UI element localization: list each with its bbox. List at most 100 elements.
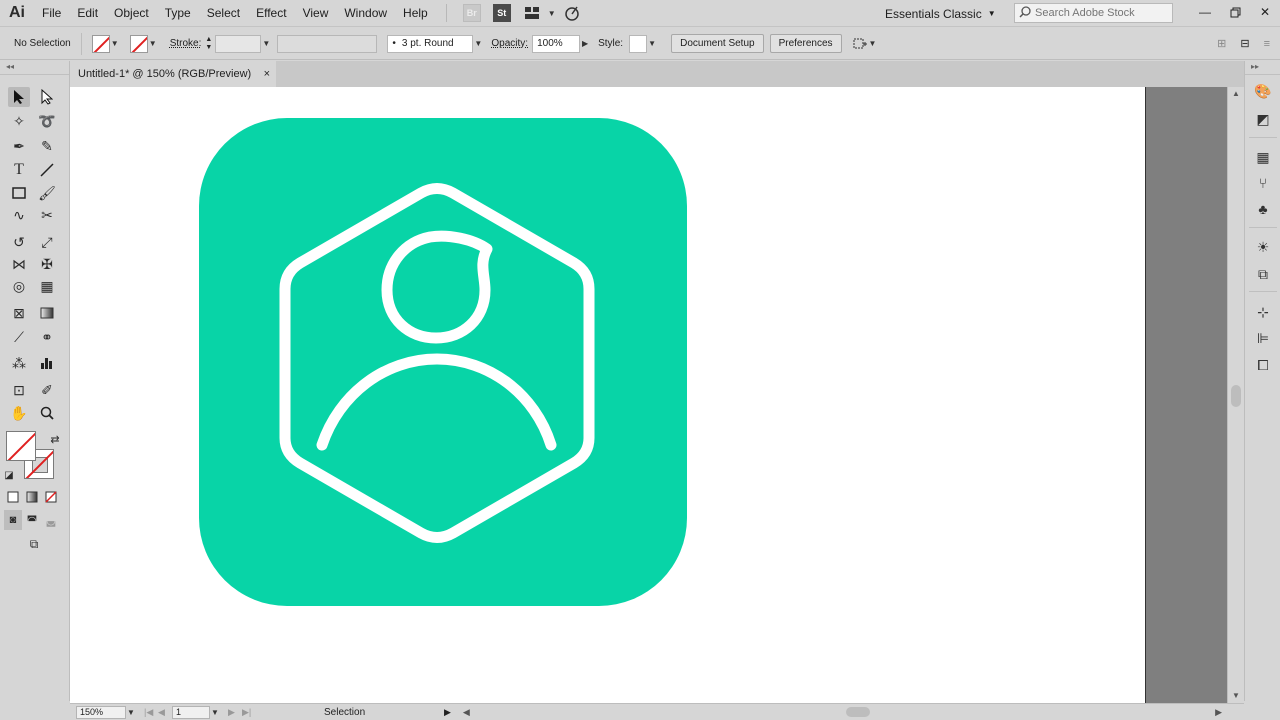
stock-icon[interactable]: St bbox=[492, 4, 511, 22]
color-mode-icon[interactable] bbox=[4, 487, 22, 507]
transform-panel-icon[interactable]: ⊹ bbox=[1253, 302, 1273, 322]
horizontal-scroll-thumb[interactable] bbox=[846, 707, 870, 717]
mesh-tool-icon[interactable]: ⊠ bbox=[8, 303, 30, 323]
chevron-down-icon[interactable]: ▼ bbox=[261, 39, 271, 48]
bridge-icon[interactable]: Br bbox=[462, 4, 481, 22]
chevron-down-icon[interactable]: ▼ bbox=[210, 708, 220, 717]
menu-object[interactable]: Object bbox=[106, 0, 157, 27]
width-tool-icon[interactable]: ⋈ bbox=[8, 254, 30, 274]
fill-swatch[interactable] bbox=[91, 34, 110, 53]
chevron-down-icon[interactable]: ▼ bbox=[148, 39, 158, 48]
scroll-thumb[interactable] bbox=[1231, 385, 1241, 407]
graphic-styles-icon[interactable]: ⧉ bbox=[1253, 264, 1273, 284]
pathfinder-icon[interactable]: ⧠ bbox=[1253, 355, 1273, 375]
scroll-right-icon[interactable]: ▶ bbox=[1215, 707, 1222, 718]
puppet-warp-tool-icon[interactable]: ✠ bbox=[36, 254, 58, 274]
gradient-mode-icon[interactable] bbox=[23, 487, 41, 507]
document-setup-button[interactable]: Document Setup bbox=[671, 34, 764, 53]
stroke-label[interactable]: Stroke: bbox=[170, 38, 202, 49]
chevron-down-icon[interactable]: ▼ bbox=[110, 39, 120, 48]
eyedropper-tool-icon[interactable]: ⟋ bbox=[8, 327, 30, 347]
panel-grip[interactable]: ▸▸ bbox=[1245, 61, 1280, 75]
chevron-down-icon[interactable]: ▼ bbox=[547, 9, 557, 18]
last-artboard-icon[interactable]: ▶| bbox=[242, 707, 256, 718]
symbol-sprayer-tool-icon[interactable]: ⁂ bbox=[8, 353, 30, 373]
magic-wand-tool-icon[interactable]: ✧ bbox=[8, 111, 30, 131]
line-tool-icon[interactable] bbox=[36, 160, 58, 180]
brushes-icon[interactable]: ⑂ bbox=[1253, 173, 1273, 193]
screen-mode-icon[interactable]: ⧉ bbox=[22, 534, 46, 554]
chevron-down-icon[interactable]: ▼ bbox=[126, 708, 136, 717]
stroke-panel-icon[interactable]: ☀ bbox=[1253, 237, 1273, 257]
gradient-tool-icon[interactable] bbox=[36, 303, 58, 323]
scissors-tool-icon[interactable]: ✂ bbox=[36, 205, 58, 225]
stroke-swatch[interactable] bbox=[129, 34, 148, 53]
scroll-left-icon[interactable]: ◀ bbox=[463, 707, 470, 718]
gpu-performance-icon[interactable] bbox=[563, 4, 581, 22]
arrange-documents-icon[interactable] bbox=[523, 4, 541, 22]
workspace-switcher[interactable]: Essentials Classic ▼ bbox=[885, 3, 996, 24]
swap-fill-stroke-icon[interactable]: ⇄ bbox=[44, 429, 66, 449]
restore-icon[interactable] bbox=[1220, 0, 1250, 24]
selection-tool-icon[interactable] bbox=[8, 87, 30, 107]
close-icon[interactable]: × bbox=[264, 68, 270, 80]
opacity-field[interactable]: 100% bbox=[532, 34, 581, 53]
artboard[interactable] bbox=[70, 87, 1146, 703]
draw-normal-icon[interactable]: ◙ bbox=[4, 510, 22, 530]
next-artboard-icon[interactable]: ▶ bbox=[228, 707, 242, 718]
type-tool-icon[interactable]: T bbox=[8, 160, 30, 180]
zoom-field[interactable]: 150% bbox=[76, 705, 126, 719]
artboard-tool-icon[interactable]: ⊡ bbox=[8, 380, 30, 400]
align-icon[interactable]: ⊟ bbox=[1240, 37, 1249, 50]
menu-select[interactable]: Select bbox=[199, 0, 248, 27]
draw-inside-icon[interactable]: ◛ bbox=[42, 510, 60, 530]
rectangle-tool-icon[interactable] bbox=[8, 183, 30, 203]
menu-file[interactable]: File bbox=[34, 0, 69, 27]
slice-tool-icon[interactable]: ✐ bbox=[36, 380, 58, 400]
curvature-tool-icon[interactable]: ✎ bbox=[36, 136, 58, 156]
search-input[interactable] bbox=[1035, 7, 1165, 19]
menu-effect[interactable]: Effect bbox=[248, 0, 294, 27]
chevron-down-icon[interactable]: ▼ bbox=[473, 39, 483, 48]
scale-tool-icon[interactable]: ⤢ bbox=[36, 232, 58, 252]
variable-width-profile[interactable] bbox=[277, 34, 378, 53]
stroke-weight-field[interactable] bbox=[215, 34, 262, 53]
transform-icon[interactable]: ⊞ bbox=[1217, 37, 1226, 50]
hand-tool-icon[interactable]: ✋ bbox=[8, 403, 30, 423]
arrange-icon[interactable] bbox=[852, 36, 868, 52]
align-panel-icon[interactable]: ⊫ bbox=[1253, 328, 1273, 348]
shaper-tool-icon[interactable]: ∿ bbox=[8, 205, 30, 225]
close-icon[interactable]: ✕ bbox=[1250, 0, 1280, 24]
color-panel-icon[interactable]: 🎨 bbox=[1253, 81, 1273, 101]
canvas-pasteboard[interactable] bbox=[70, 87, 1227, 703]
vertical-scrollbar[interactable]: ▲ ▼ bbox=[1227, 87, 1243, 703]
brush-definition[interactable]: • 3 pt. Round bbox=[387, 34, 474, 53]
minimize-icon[interactable]: — bbox=[1190, 0, 1220, 24]
status-menu-icon[interactable]: ▶ bbox=[444, 707, 451, 718]
document-tab[interactable]: Untitled-1* @ 150% (RGB/Preview) × bbox=[70, 61, 276, 87]
previous-artboard-icon[interactable]: ◀ bbox=[158, 707, 172, 718]
stroke-stepper-icon[interactable]: ▲ ▼ bbox=[205, 36, 215, 52]
draw-behind-icon[interactable]: ◚ bbox=[23, 510, 41, 530]
chevron-right-icon[interactable]: ▶ bbox=[580, 39, 590, 48]
zoom-tool-icon[interactable] bbox=[36, 403, 58, 423]
pen-tool-icon[interactable]: ✒ bbox=[8, 136, 30, 156]
symbols-icon[interactable]: ♣ bbox=[1253, 199, 1273, 219]
artboard-number-field[interactable]: 1 bbox=[172, 705, 210, 719]
scroll-up-icon[interactable]: ▲ bbox=[1228, 87, 1244, 101]
menu-help[interactable]: Help bbox=[395, 0, 436, 27]
column-graph-tool-icon[interactable] bbox=[36, 353, 58, 373]
rotate-tool-icon[interactable]: ↺ bbox=[8, 232, 30, 252]
perspective-grid-tool-icon[interactable]: ▦ bbox=[36, 276, 58, 296]
preferences-button[interactable]: Preferences bbox=[769, 34, 842, 53]
shape-builder-tool-icon[interactable]: ◎ bbox=[8, 276, 30, 296]
none-mode-icon[interactable] bbox=[42, 487, 60, 507]
color-guide-icon[interactable]: ◩ bbox=[1253, 109, 1273, 129]
default-fill-stroke-icon[interactable]: ◪ bbox=[2, 465, 16, 485]
menu-type[interactable]: Type bbox=[157, 0, 199, 27]
stock-search[interactable] bbox=[1014, 3, 1173, 23]
fill-color-box[interactable] bbox=[6, 431, 36, 461]
first-artboard-icon[interactable]: |◀ bbox=[144, 707, 158, 718]
swatches-icon[interactable]: ▦ bbox=[1253, 147, 1273, 167]
user-hexagon-icon-artwork[interactable] bbox=[199, 118, 687, 606]
